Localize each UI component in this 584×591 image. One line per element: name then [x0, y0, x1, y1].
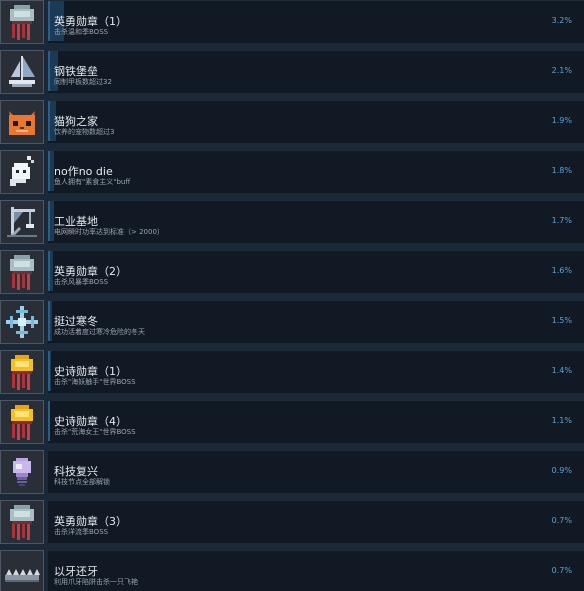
achievement-list: 英勇勋章（1） 击杀温和季BOSS 3.2% 钢铁堡垒 同制甲板数超过32 2.… [0, 0, 584, 591]
crane-icon [0, 200, 44, 244]
jellyfish-medal-icon [0, 500, 44, 544]
achievement-percent: 3.2% [551, 16, 572, 25]
achievement-percent: 0.9% [551, 466, 572, 475]
progress-bar-edge [48, 101, 50, 141]
achievement-panel: 科技复兴 科技节点全部解锁 0.9% [48, 450, 584, 493]
achievement-description: 同制甲板数超过32 [54, 78, 112, 86]
jellyfish-medal-icon [0, 0, 44, 44]
progress-bar-edge [48, 51, 50, 91]
achievement-row[interactable]: 史诗勋章（4） 击杀"荒海女王"世界BOSS 1.1% [0, 400, 584, 450]
achievement-panel: 钢铁堡垒 同制甲板数超过32 2.1% [48, 50, 584, 93]
achievement-percent: 1.9% [551, 116, 572, 125]
progress-bar-edge [48, 251, 50, 291]
achievement-row[interactable]: 猫狗之家 饮养的宠物数超过3 1.9% [0, 100, 584, 150]
achievement-panel: 猫狗之家 饮养的宠物数超过3 1.9% [48, 100, 584, 143]
jellyfish-medal-icon [0, 250, 44, 294]
achievement-panel: no作no die 鱼人拥有"素食主义"buff 1.8% [48, 150, 584, 193]
spike-trap-icon [0, 550, 44, 591]
achievement-description: 鱼人拥有"素食主义"buff [54, 178, 131, 186]
achievement-percent: 1.5% [551, 316, 572, 325]
gold-medal-icon [0, 400, 44, 444]
achievement-percent: 1.1% [551, 416, 572, 425]
achievement-row[interactable]: 英勇勋章（1） 击杀温和季BOSS 3.2% [0, 0, 584, 50]
achievement-description: 电网瞬时功率达到标准（> 2000） [54, 228, 164, 236]
achievement-percent: 1.6% [551, 266, 572, 275]
achievement-description: 击杀洋流季BOSS [54, 528, 109, 536]
snowflake-icon [0, 300, 44, 344]
achievement-panel: 以牙还牙 利用爪牙陷阱击杀一只飞艳 0.7% [48, 550, 584, 591]
gold-medal-icon [0, 350, 44, 394]
achievement-description: 成功活着度过寒冷危险的冬天 [54, 328, 145, 336]
progress-bar-edge [48, 151, 50, 191]
achievement-description: 科技节点全部解锁 [54, 478, 110, 486]
achievement-description: 击杀温和季BOSS [54, 28, 109, 36]
achievement-row[interactable]: 工业基地 电网瞬时功率达到标准（> 2000） 1.7% [0, 200, 584, 250]
progress-bar-edge [48, 351, 50, 391]
progress-bar-edge [48, 1, 50, 41]
cat-face-icon [0, 100, 44, 144]
achievement-panel: 英勇勋章（2） 击杀风暴季BOSS 1.6% [48, 250, 584, 293]
achievement-panel: 英勇勋章（1） 击杀温和季BOSS 3.2% [48, 0, 584, 43]
achievement-row[interactable]: 英勇勋章（3） 击杀洋流季BOSS 0.7% [0, 500, 584, 550]
achievement-panel: 挺过寒冬 成功活着度过寒冷危险的冬天 1.5% [48, 300, 584, 343]
achievement-description: 击杀"海妖触手"世界BOSS [54, 378, 136, 386]
achievement-panel: 史诗勋章（1） 击杀"海妖触手"世界BOSS 1.4% [48, 350, 584, 393]
achievement-percent: 2.1% [551, 66, 572, 75]
achievement-description: 击杀"荒海女王"世界BOSS [54, 428, 136, 436]
progress-bar-edge [48, 201, 50, 241]
ghost-icon [0, 150, 44, 194]
achievement-row[interactable]: 科技复兴 科技节点全部解锁 0.9% [0, 450, 584, 500]
achievement-percent: 0.7% [551, 516, 572, 525]
progress-bar-edge [48, 401, 50, 441]
achievement-percent: 0.7% [551, 566, 572, 575]
achievement-panel: 史诗勋章（4） 击杀"荒海女王"世界BOSS 1.1% [48, 400, 584, 443]
progress-bar-edge [48, 301, 50, 341]
achievement-row[interactable]: 英勇勋章（2） 击杀风暴季BOSS 1.6% [0, 250, 584, 300]
achievement-description: 击杀风暴季BOSS [54, 278, 109, 286]
achievement-row[interactable]: 钢铁堡垒 同制甲板数超过32 2.1% [0, 50, 584, 100]
sailboat-icon [0, 50, 44, 94]
achievement-panel: 英勇勋章（3） 击杀洋流季BOSS 0.7% [48, 500, 584, 543]
achievement-description: 饮养的宠物数超过3 [54, 128, 115, 136]
achievement-percent: 1.4% [551, 366, 572, 375]
achievement-percent: 1.8% [551, 166, 572, 175]
achievement-panel: 工业基地 电网瞬时功率达到标准（> 2000） 1.7% [48, 200, 584, 243]
achievement-percent: 1.7% [551, 216, 572, 225]
achievement-row[interactable]: 史诗勋章（1） 击杀"海妖触手"世界BOSS 1.4% [0, 350, 584, 400]
lightbulb-icon [0, 450, 44, 494]
achievement-description: 利用爪牙陷阱击杀一只飞艳 [54, 578, 138, 586]
achievement-row[interactable]: 挺过寒冬 成功活着度过寒冷危险的冬天 1.5% [0, 300, 584, 350]
achievement-row[interactable]: no作no die 鱼人拥有"素食主义"buff 1.8% [0, 150, 584, 200]
achievement-row[interactable]: 以牙还牙 利用爪牙陷阱击杀一只飞艳 0.7% [0, 550, 584, 591]
